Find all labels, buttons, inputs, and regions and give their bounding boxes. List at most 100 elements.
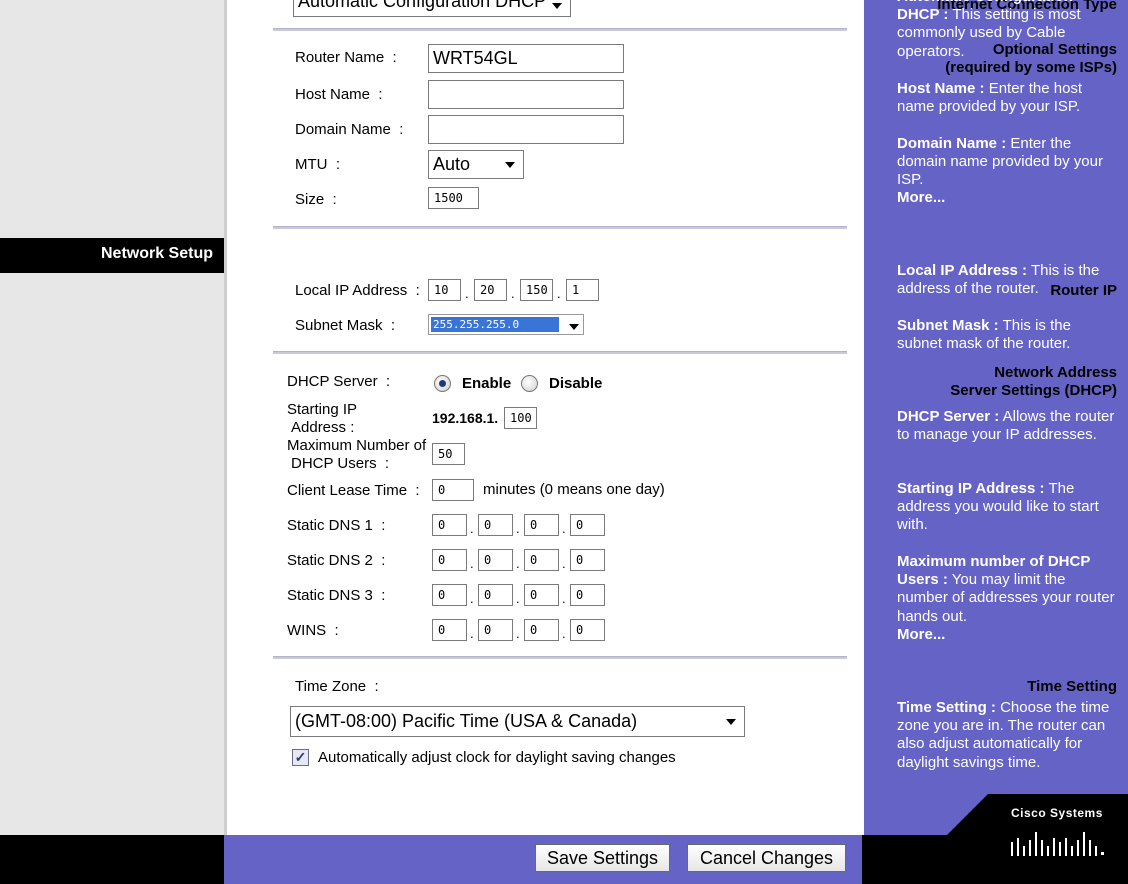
- local-ip-label: Local IP Address :: [295, 282, 420, 299]
- cisco-logo-icon: [1011, 832, 1104, 856]
- ip-dot: .: [516, 626, 520, 641]
- dns2-octet-1[interactable]: 0: [432, 549, 467, 571]
- ip-dot: .: [562, 591, 566, 606]
- divider: [273, 226, 847, 229]
- static-dns1-label: Static DNS 1 :: [287, 517, 386, 534]
- help-host-name: Host Name : Enter the host name provided…: [897, 80, 1083, 116]
- starting-ip-input[interactable]: 100: [504, 407, 537, 429]
- size-label: Size :: [295, 191, 337, 208]
- ip-dot: .: [470, 591, 474, 606]
- help-more-link-2[interactable]: More...: [897, 626, 945, 643]
- dns3-octet-3[interactable]: 0: [524, 584, 559, 606]
- help-subnet-mask: Subnet Mask : This is the subnet mask of…: [897, 317, 1071, 353]
- save-settings-button[interactable]: Save Settings: [535, 844, 670, 872]
- wins-octet-4[interactable]: 0: [570, 619, 605, 641]
- lease-time-input[interactable]: 0: [432, 479, 474, 501]
- mtu-label: MTU :: [295, 156, 341, 173]
- ip-dot: .: [511, 286, 515, 301]
- max-users-label-line1: Maximum Number of: [287, 437, 427, 454]
- mtu-select[interactable]: Auto: [428, 150, 524, 179]
- cancel-changes-button[interactable]: Cancel Changes: [687, 844, 846, 872]
- static-dns3-label: Static DNS 3 :: [287, 587, 386, 604]
- wins-octet-3[interactable]: 0: [524, 619, 559, 641]
- starting-ip-label-line2: Address :: [291, 419, 355, 436]
- ip-dot: .: [470, 626, 474, 641]
- dns3-octet-4[interactable]: 0: [570, 584, 605, 606]
- wins-octet-2[interactable]: 0: [478, 619, 513, 641]
- dns1-octet-3[interactable]: 0: [524, 514, 559, 536]
- time-setting-label: Time Setting: [1027, 678, 1117, 695]
- dns1-octet-1[interactable]: 0: [432, 514, 467, 536]
- divider: [273, 28, 847, 31]
- max-users-label-line2: DHCP Users :: [291, 455, 390, 472]
- network-setup-header: Network Setup: [0, 238, 224, 273]
- left-nav-panel: [0, 0, 224, 835]
- host-name-input[interactable]: [428, 80, 624, 109]
- dhcp-label-line1: Network Address: [994, 364, 1117, 381]
- ip-dot: .: [470, 556, 474, 571]
- ip-dot: .: [557, 286, 561, 301]
- help-domain-name: Domain Name : Enter the domain name prov…: [897, 135, 1103, 189]
- connection-type-value: Automatic Configuration DHCP: [298, 0, 547, 11]
- wins-octet-1[interactable]: 0: [432, 619, 467, 641]
- ip-dot: .: [562, 521, 566, 536]
- dns2-octet-3[interactable]: 0: [524, 549, 559, 571]
- mtu-value: Auto: [433, 154, 471, 174]
- dns2-octet-2[interactable]: 0: [478, 549, 513, 571]
- max-users-input[interactable]: 50: [432, 443, 465, 465]
- dns3-octet-2[interactable]: 0: [478, 584, 513, 606]
- left-footer: [0, 835, 224, 884]
- chevron-down-icon: [726, 719, 736, 725]
- domain-name-label: Domain Name :: [295, 121, 404, 138]
- dhcp-enable-label: Enable: [462, 375, 512, 392]
- optional-settings-sublabel: (required by some ISPs): [945, 59, 1117, 76]
- ip-dot: .: [516, 591, 520, 606]
- wins-label: WINS :: [287, 622, 339, 639]
- help-more-link-1[interactable]: More...: [897, 189, 945, 206]
- chevron-down-icon: [552, 3, 562, 9]
- dns1-octet-2[interactable]: 0: [478, 514, 513, 536]
- cisco-logo-text: Cisco Systems: [1011, 806, 1103, 820]
- ip-dot: .: [562, 626, 566, 641]
- help-time-setting: Time Setting : Choose the time zone you …: [897, 699, 1110, 771]
- local-ip-octet-3[interactable]: 150: [520, 279, 553, 301]
- static-dns2-label: Static DNS 2 :: [287, 552, 386, 569]
- network-setup-title: Network Setup: [100, 245, 213, 262]
- ip-dot: .: [562, 556, 566, 571]
- local-ip-octet-1[interactable]: 10: [428, 279, 461, 301]
- connection-type-select[interactable]: Automatic Configuration DHCP: [293, 0, 571, 17]
- router-name-label: Router Name :: [295, 49, 397, 66]
- time-zone-label: Time Zone :: [295, 678, 379, 695]
- help-local-ip: Local IP Address : This is the address o…: [897, 262, 1100, 298]
- time-zone-select[interactable]: (GMT-08:00) Pacific Time (USA & Canada): [290, 706, 745, 737]
- domain-name-input[interactable]: [428, 115, 624, 144]
- dns1-octet-4[interactable]: 0: [570, 514, 605, 536]
- dst-checkbox[interactable]: ✓: [292, 749, 309, 766]
- lease-time-label: Client Lease Time :: [287, 482, 420, 499]
- divider: [273, 351, 847, 354]
- mtu-size-input[interactable]: 1500: [428, 187, 479, 209]
- dns2-octet-4[interactable]: 0: [570, 549, 605, 571]
- help-dhcp: Automatic Configuration DHCP : This sett…: [897, 0, 1081, 60]
- dst-label: Automatically adjust clock for daylight …: [318, 749, 676, 766]
- subnet-mask-value: 255.255.255.0: [431, 317, 559, 332]
- ip-dot: .: [516, 556, 520, 571]
- chevron-down-icon: [505, 162, 515, 168]
- subnet-mask-select[interactable]: 255.255.255.0: [428, 314, 584, 335]
- time-zone-value: (GMT-08:00) Pacific Time (USA & Canada): [295, 711, 638, 731]
- local-ip-octet-2[interactable]: 20: [474, 279, 507, 301]
- dhcp-enable-radio[interactable]: [434, 375, 451, 392]
- help-dhcp-server: DHCP Server : Allows the router to manag…: [897, 408, 1115, 444]
- dhcp-label-line2: Server Settings (DHCP): [950, 382, 1117, 399]
- dhcp-disable-radio[interactable]: [521, 375, 538, 392]
- starting-ip-label-line1: Starting IP: [287, 401, 358, 418]
- dhcp-server-label: DHCP Server :: [287, 373, 391, 390]
- divider: [273, 656, 847, 659]
- ip-dot: .: [465, 286, 469, 301]
- router-name-input[interactable]: WRT54GL: [428, 44, 624, 73]
- dns3-octet-1[interactable]: 0: [432, 584, 467, 606]
- local-ip-octet-4[interactable]: 1: [566, 279, 599, 301]
- ip-dot: .: [516, 521, 520, 536]
- lease-time-suffix: minutes (0 means one day): [483, 481, 665, 498]
- help-starting-ip: Starting IP Address : The address you wo…: [897, 480, 1099, 534]
